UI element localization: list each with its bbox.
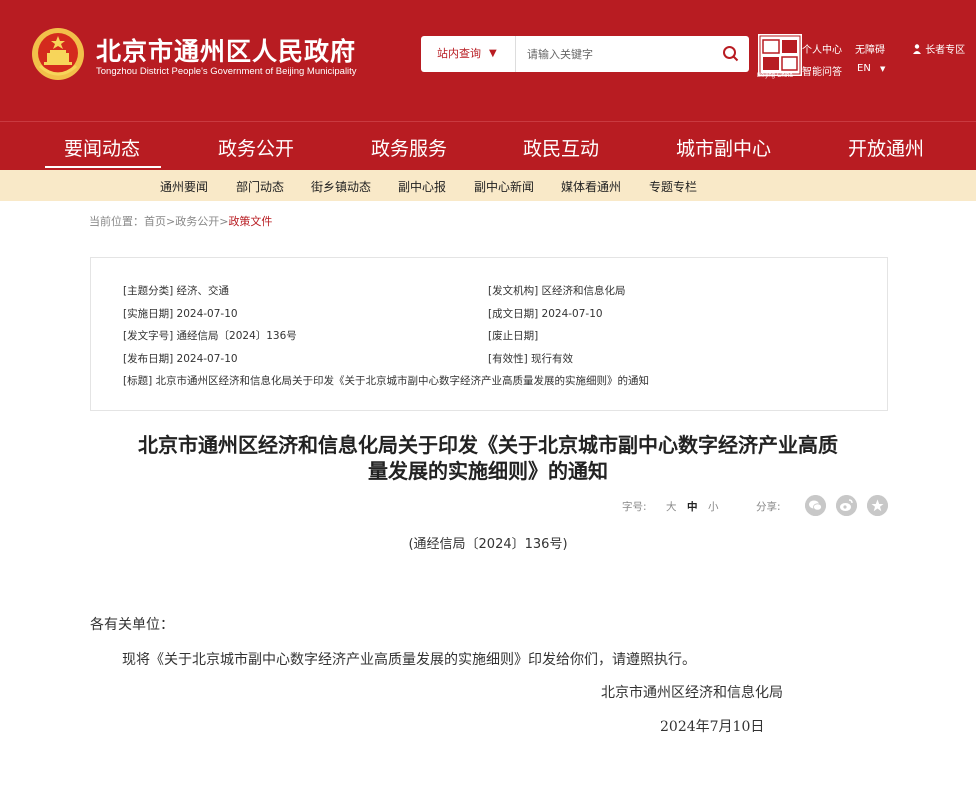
meta-written-date: [成文日期] 2024-07-10 — [488, 308, 603, 320]
search-input[interactable] — [517, 36, 723, 72]
personal-center-link[interactable]: 个人中心 — [802, 41, 842, 56]
article-signer: 北京市通州区经济和信息化局 — [601, 685, 783, 701]
subnav-item-department[interactable]: 部门动态 — [236, 178, 284, 195]
nav-item-sub-center[interactable]: 城市副中心 — [676, 134, 771, 161]
main-nav: 要闻动态 政务公开 政务服务 政民互动 城市副中心 开放通州 — [0, 121, 976, 171]
person-icon — [913, 44, 921, 54]
meta-topic: [主题分类] 经济、交通 — [123, 285, 230, 297]
meta-doc-number: [发文字号] 通经信局〔2024〕136号 — [123, 330, 297, 342]
nav-item-news[interactable]: 要闻动态 — [64, 134, 140, 161]
subnav-item-topics[interactable]: 专题专栏 — [649, 178, 697, 195]
nav-item-services[interactable]: 政务服务 — [371, 134, 447, 161]
accessibility-link[interactable]: 无障碍 — [855, 41, 885, 56]
article-date: 2024年7月10日 — [660, 719, 765, 735]
smart-qa-link[interactable]: 智能问答 — [802, 63, 842, 78]
meta-abolish-date: [废止日期] — [488, 330, 539, 342]
nav-item-interaction[interactable]: 政民互动 — [523, 134, 599, 161]
site-header: 北京市通州区人民政府 Tongzhou District People's Go… — [0, 0, 976, 121]
document-number: (通经信局〔2024〕136号) — [408, 537, 568, 552]
meta-publish-date: [发布日期] 2024-07-10 — [123, 353, 238, 365]
search-scope-select[interactable]: 站内查询 ▼ — [421, 36, 516, 72]
elderly-zone-label: 长者专区 — [925, 45, 966, 56]
breadcrumb-current[interactable]: 政策文件 — [228, 215, 272, 228]
subnav-item-sub-center-paper[interactable]: 副中心报 — [398, 178, 446, 195]
language-label: EN — [857, 63, 871, 74]
nav-active-indicator — [45, 166, 161, 168]
nav-item-open-government[interactable]: 政务公开 — [218, 134, 294, 161]
chevron-down-icon: ▼ — [489, 48, 497, 59]
article-title-line: 北京市通州区经济和信息化局关于印发《关于北京城市副中心数字经济产业高质 — [138, 433, 838, 457]
national-emblem-icon[interactable] — [30, 26, 86, 82]
weibo-icon[interactable] — [836, 495, 857, 516]
subnav-item-sub-center-news[interactable]: 副中心新闻 — [474, 178, 534, 195]
font-size-label: 字号: — [622, 501, 647, 513]
breadcrumb: 当前位置：首页>政务公开>政策文件 — [89, 213, 272, 229]
breadcrumb-home[interactable]: 首页 — [144, 215, 166, 228]
font-size-medium-label: 中 — [687, 501, 698, 513]
article-body-paragraph: 现将《关于北京城市副中心数字经济产业高质量发展的实施细则》印发给你们，请遵照执行… — [122, 652, 696, 668]
meta-validity: [有效性] 现行有效 — [488, 353, 574, 365]
capital-logo-caption: Beijing-China — [757, 73, 793, 79]
breadcrumb-section[interactable]: 政务公开 — [175, 215, 219, 228]
article-greeting: 各有关单位： — [90, 617, 174, 633]
breadcrumb-label: 当前位置： — [89, 215, 144, 228]
subnav-item-towns[interactable]: 街乡镇动态 — [311, 178, 371, 195]
subnav-item-media[interactable]: 媒体看通州 — [561, 178, 621, 195]
font-size-medium-button[interactable]: 中 — [687, 499, 698, 514]
share-label: 分享: — [756, 501, 781, 513]
meta-issuer: [发文机构] 区经济和信息化局 — [488, 285, 626, 297]
site-subtitle: Tongzhou District People's Government of… — [96, 66, 357, 77]
search-bar: 站内查询 ▼ — [421, 36, 749, 72]
elderly-zone-link[interactable]: 长者专区 — [912, 41, 965, 56]
nav-item-open-tongzhou[interactable]: 开放通州 — [848, 134, 924, 161]
chevron-down-icon: ▼ — [880, 65, 886, 73]
wechat-icon[interactable] — [805, 495, 826, 516]
document-metadata-box: [主题分类] 经济、交通 [发文机构] 区经济和信息化局 [实施日期] 2024… — [90, 257, 888, 411]
search-icon[interactable] — [721, 44, 741, 64]
search-scope-label: 站内查询 — [437, 47, 481, 60]
breadcrumb-separator: > — [166, 215, 176, 228]
article-title: 北京市通州区经济和信息化局关于印发《关于北京城市副中心数字经济产业高质 量发展的… — [90, 432, 886, 484]
meta-effective-date: [实施日期] 2024-07-10 — [123, 308, 238, 320]
font-size-small-button[interactable]: 小 — [708, 499, 719, 514]
capital-logo-icon[interactable] — [758, 34, 802, 76]
subnav-item-tongzhou-news[interactable]: 通州要闻 — [160, 178, 208, 195]
sub-nav: 通州要闻 部门动态 街乡镇动态 副中心报 副中心新闻 媒体看通州 专题专栏 — [0, 170, 976, 201]
language-switch[interactable]: EN ▼ — [857, 63, 885, 74]
article-title-line: 量发展的实施细则》的通知 — [368, 459, 608, 483]
meta-title: [标题] 北京市通州区经济和信息化局关于印发《关于北京城市副中心数字经济产业高质… — [123, 375, 650, 387]
font-size-large-button[interactable]: 大 — [666, 499, 677, 514]
site-title[interactable]: 北京市通州区人民政府 — [96, 32, 356, 68]
star-icon[interactable] — [867, 495, 888, 516]
